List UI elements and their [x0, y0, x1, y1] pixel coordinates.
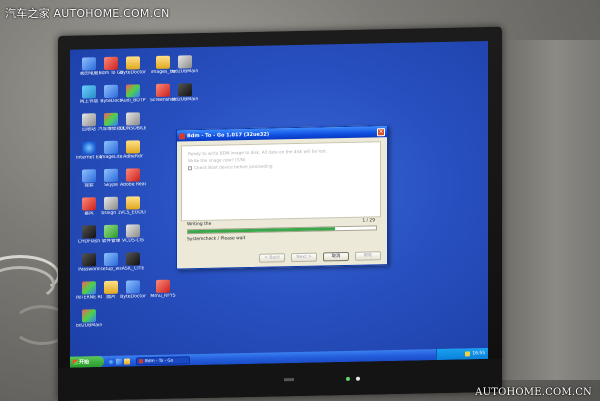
document-icon — [178, 55, 192, 69]
setup-icon — [104, 252, 118, 267]
tray-icon[interactable] — [465, 351, 471, 357]
desktop-icon-label: VCS_EGOLI — [120, 210, 146, 216]
app-icon — [82, 281, 96, 295]
app-icon — [179, 132, 185, 139]
close-button[interactable]: × — [377, 127, 385, 136]
desktop-icon-label: VCDS-CIS — [122, 238, 144, 244]
dialog-titlebar[interactable]: Bdm - To - Go 1.017 (32ue32) × — [177, 126, 387, 142]
watermark-bottom: AUTOHOME.COM.CN — [475, 387, 592, 398]
laptop-screen: 我的电脑Bdm To GoByteDoctor Logimages_bebd2U… — [70, 40, 488, 368]
folder-icon — [126, 140, 140, 154]
desktop-icon[interactable]: Mmu_RFYS — [150, 279, 176, 300]
checkbox-label: Check Boot device before proceeding — [194, 163, 273, 171]
windows-logo-icon — [73, 359, 78, 365]
app-icon — [104, 224, 118, 239]
progress-count: 1 / 29 — [362, 218, 375, 224]
desktop-icon[interactable] — [116, 358, 122, 365]
app-icon — [82, 309, 96, 323]
app-icon — [104, 140, 118, 155]
recycle-bin-icon — [82, 113, 96, 127]
app-icon — [126, 112, 140, 126]
dialog-body: Ready to write BDM image to disk. All da… — [181, 141, 381, 222]
image-icon — [156, 83, 170, 97]
next-button[interactable]: Next > — [291, 252, 317, 263]
network-icon — [82, 85, 96, 99]
my-computer-icon — [82, 57, 96, 71]
skype-icon — [104, 168, 118, 183]
internet-explorer-icon — [82, 141, 96, 155]
desktop-icon[interactable]: Adobe Reader 9 — [120, 168, 146, 188]
desktop-icon-label: ASIL_CITE — [121, 266, 145, 272]
desktop-icon[interactable]: bd2UBMain — [172, 55, 198, 75]
app-icon — [82, 225, 96, 239]
folder-icon — [104, 280, 118, 295]
desktop-icon-label: ByteDoctor — [120, 294, 146, 300]
archive-icon — [178, 83, 192, 97]
start-button[interactable]: 开始 — [70, 356, 104, 368]
start-label: 开始 — [79, 359, 90, 366]
desktop-icon-label: Audi_BOTP — [120, 98, 146, 104]
background-wall — [490, 40, 600, 380]
app-icon — [126, 280, 140, 294]
desktop-icon-label: Mmu_RFYS — [150, 293, 176, 300]
folder-icon — [126, 196, 140, 210]
app-icon — [126, 224, 140, 238]
folder-icon — [156, 55, 170, 69]
taskbar-item-label: Bdm - To - Go — [145, 357, 174, 364]
internet-explorer-icon[interactable] — [108, 358, 114, 365]
app-icon — [104, 84, 118, 99]
search-icon — [82, 169, 96, 183]
clock[interactable]: 16:55 — [472, 351, 485, 356]
quick-launch — [108, 357, 130, 365]
status-led — [356, 376, 360, 381]
desktop-icon[interactable]: VCS_EGOLI — [120, 196, 146, 216]
cancel-button[interactable]: 取消 — [323, 251, 349, 262]
app-icon — [104, 112, 118, 127]
desktop-icon[interactable]: ASIL_CITE — [120, 252, 146, 272]
app-icon — [126, 84, 140, 98]
desktop-icon[interactable]: ByteDoctor Log — [120, 56, 146, 76]
back-button[interactable]: < Back — [259, 253, 285, 263]
media-player-icon — [82, 197, 96, 211]
dialog-buttons: < Back Next > 取消 帮助 — [177, 251, 387, 264]
desktop-icon[interactable]: CONSOBILE — [120, 112, 146, 132]
desktop-icon-label: AdbeRdr — [123, 154, 143, 160]
desktop-icon[interactable]: AdbeRdr — [120, 140, 146, 160]
app-icon — [156, 279, 170, 293]
checkbox[interactable] — [188, 165, 192, 170]
app-icon — [104, 56, 118, 71]
power-led — [346, 376, 350, 381]
pdf-icon — [126, 168, 140, 182]
progress-label: Writing the — [187, 221, 212, 228]
desktop-icon[interactable]: ByteDoctor — [120, 280, 146, 300]
bdm-to-go-dialog[interactable]: Bdm - To - Go 1.017 (32ue32) × Ready to … — [176, 125, 388, 270]
desktop-icon[interactable]: Audi_BOTP — [120, 84, 146, 104]
taskbar-item-bdm[interactable]: Bdm - To - Go — [136, 355, 190, 365]
desktop-icon-label: CONSOBILE — [120, 126, 146, 132]
desktop-icon[interactable]: bd2UBMain — [172, 83, 198, 103]
desktop-icon-label: ByteDoctor Log — [120, 70, 146, 76]
app-icon — [104, 196, 118, 211]
desktop-icon[interactable]: bd2UBMain — [76, 309, 102, 329]
app-icon — [139, 358, 143, 363]
progress-bar — [187, 225, 377, 235]
key-icon — [82, 253, 96, 267]
desktop-icon[interactable]: VCDS-CIS — [120, 224, 146, 244]
laptop: 我的电脑Bdm To GoByteDoctor Logimages_bebd2U… — [58, 26, 502, 401]
watermark-top: 汽车之家 AUTOHOME.COM.CN — [5, 7, 170, 20]
desktop-icon-label: bd2UBMain — [172, 97, 198, 103]
desktop-icon-label: bd2UBMain — [76, 323, 102, 329]
folder-icon[interactable] — [124, 357, 130, 365]
desktop-icon-label: bd2UBMain — [172, 69, 198, 75]
app-icon — [126, 252, 140, 266]
brand-logo — [284, 378, 294, 382]
status-text: Systemcheck / Please wait — [187, 236, 246, 243]
dialog-title: Bdm - To - Go 1.017 (32ue32) — [187, 131, 270, 139]
folder-icon — [126, 56, 140, 70]
help-button[interactable]: 帮助 — [355, 251, 381, 261]
desktop-icon-label: Adobe Reader 9 — [120, 182, 146, 188]
progress-fill — [188, 227, 335, 234]
